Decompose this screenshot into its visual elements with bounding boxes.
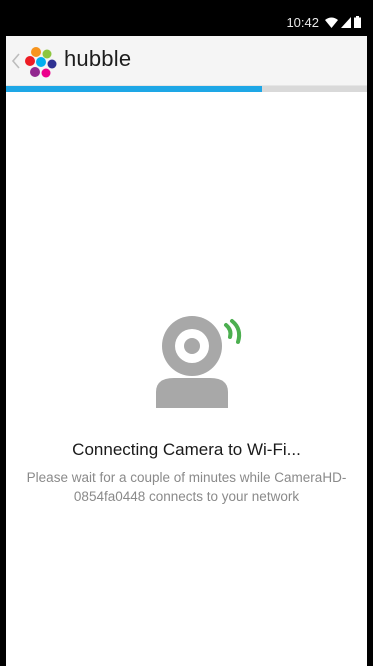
hubble-logo-icon [25,47,57,78]
wifi-icon [325,17,338,28]
camera-icon [156,316,242,408]
status-bar: 10:42 [6,8,367,36]
page-title: Connecting Camera to Wi-Fi... [72,440,301,459]
status-icons [325,16,361,28]
cell-signal-icon [341,16,351,28]
app-bar: hubble [6,36,367,86]
connecting-screen: hubble Connecting Camera to Wi-Fi... Ple… [6,36,367,666]
setup-progress-bar [6,86,367,92]
setup-progress-fill [6,86,263,92]
phone-frame: 10:42 hubble Connecting Camera to Wi-Fi.… [0,0,373,666]
status-time: 10:42 [286,15,319,30]
status-message: Please wait for a couple of minutes whil… [26,470,347,504]
connecting-signal-icon [224,319,242,344]
brand-name: hubble [64,46,132,71]
back-chevron-icon[interactable] [10,50,22,72]
battery-icon [354,16,361,28]
